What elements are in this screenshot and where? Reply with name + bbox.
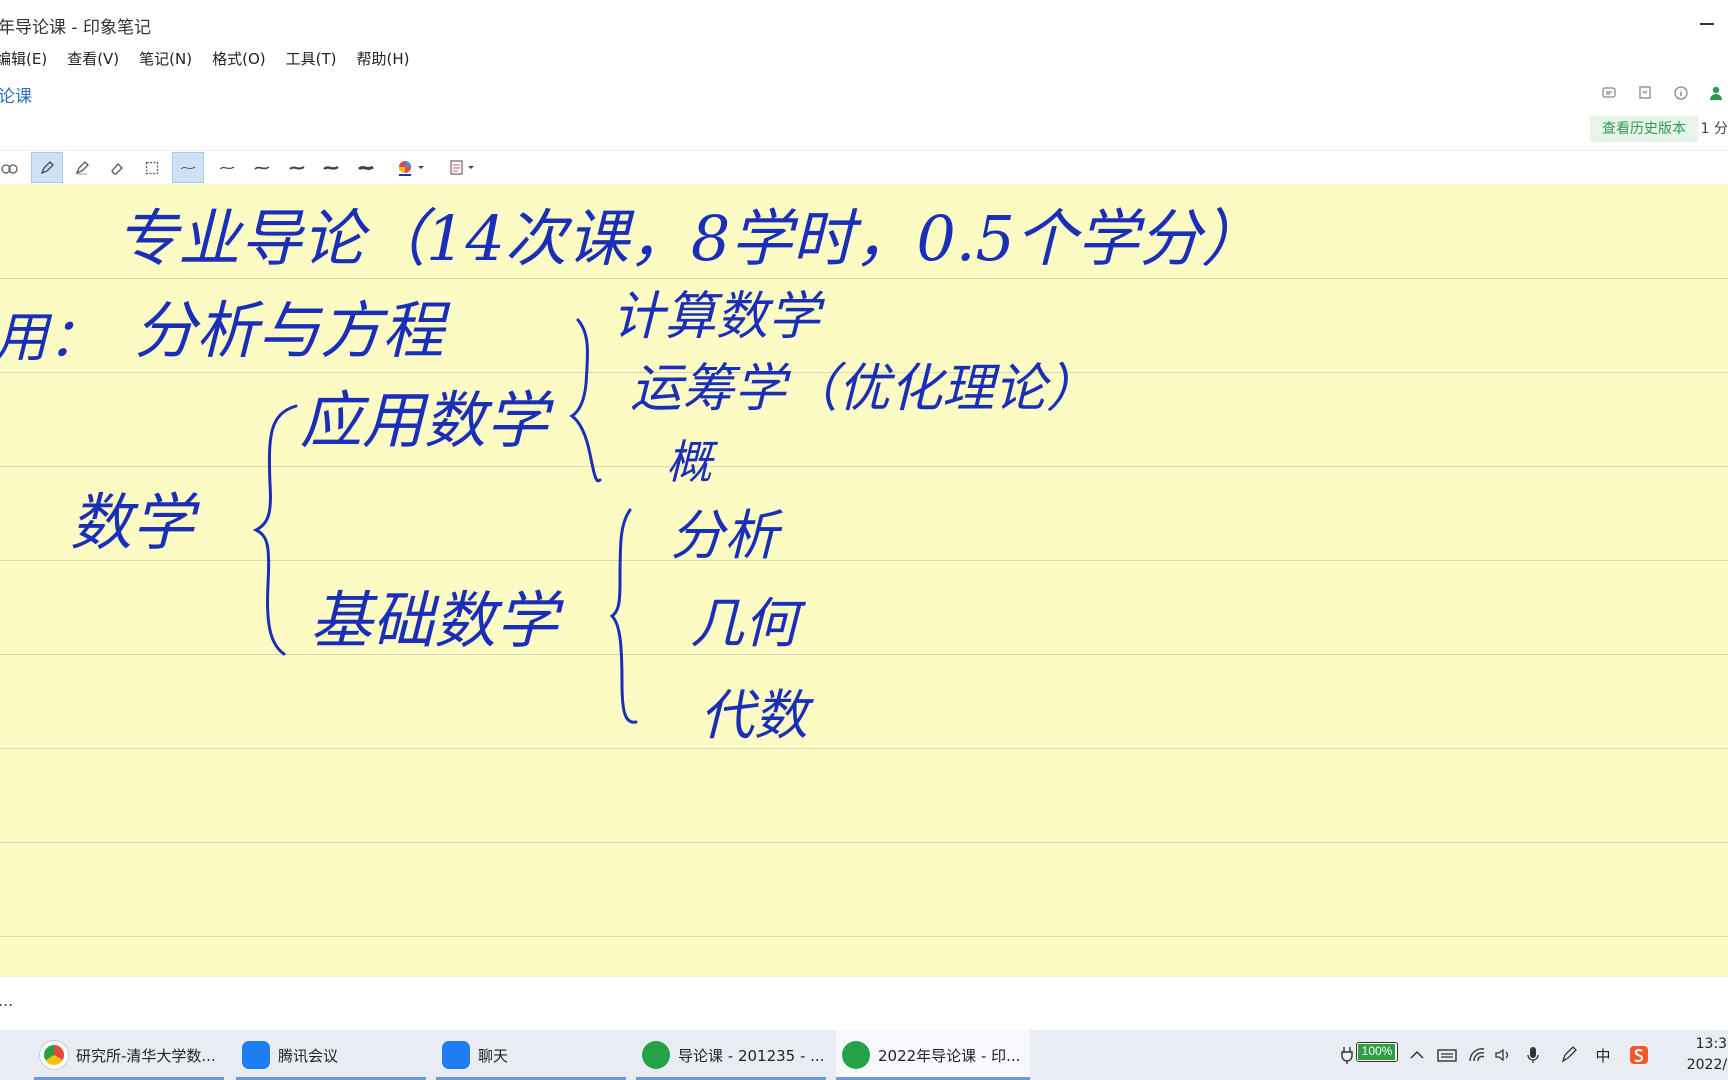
taskbar-evernote-1[interactable]: 导论课 - 201235 - ...	[636, 1030, 826, 1080]
note-header: 论课 查看历史版本 1 分	[0, 76, 1728, 150]
pen-icon[interactable]	[31, 152, 63, 183]
eraser-icon[interactable]	[101, 152, 133, 183]
ink-applied-item-2: 运筹学（优化理论）	[630, 359, 1098, 419]
stroke-width-3-icon[interactable]	[246, 152, 278, 183]
ink-toolbar	[0, 150, 1728, 184]
ink-basic-math: 基础数学	[310, 584, 564, 657]
taskbar-tencent-meeting[interactable]: 腾讯会议	[236, 1030, 426, 1080]
chrome-icon	[40, 1041, 68, 1069]
battery-percent: 100%	[1361, 1044, 1393, 1058]
ink-brace-math	[252, 404, 298, 656]
stroke-width-5-icon[interactable]	[315, 152, 347, 183]
info-icon[interactable]	[1670, 82, 1692, 104]
ink-topic: 分析与方程	[134, 294, 451, 367]
color-picker-icon[interactable]	[392, 152, 432, 183]
note-header-icons	[1598, 82, 1728, 104]
taskbar: 研究所-清华大学数... 腾讯会议 聊天 导论课 - 201235 - ... …	[0, 1030, 1728, 1080]
taskbar-chat[interactable]: 聊天	[436, 1030, 626, 1080]
menu-help[interactable]: 帮助(H)	[346, 48, 419, 72]
microphone-icon[interactable]	[1520, 1042, 1546, 1068]
chevron-up-icon[interactable]	[1404, 1042, 1430, 1068]
taskbar-label: 2022年导论课 - 印...	[878, 1046, 1021, 1065]
handwriting-layer: 专业导论（14次课，8学时，0.5个学分） 用： 分析与方程 数学 应用数学 基…	[0, 202, 1263, 747]
evernote-icon	[842, 1041, 870, 1069]
menu-tools[interactable]: 工具(T)	[276, 48, 347, 72]
tencent-meeting-icon	[242, 1041, 270, 1069]
volume-icon[interactable]	[1490, 1042, 1516, 1068]
taskbar-label: 研究所-清华大学数...	[76, 1046, 216, 1065]
highlighter-icon[interactable]	[66, 152, 98, 183]
ink-left-label: 用：	[0, 306, 102, 369]
ink-basic-item-1: 分析	[670, 504, 783, 567]
lasso-icon[interactable]	[0, 152, 26, 183]
battery-indicator[interactable]: 100%	[1356, 1042, 1398, 1062]
menu-bar: 编辑(E) 查看(V) 笔记(N) 格式(O) 工具(T) 帮助(H)	[0, 48, 419, 72]
ime-indicator[interactable]: 中	[1590, 1042, 1616, 1068]
minimize-button[interactable]	[1692, 8, 1722, 38]
clock-date: 2022/9	[1686, 1057, 1728, 1073]
stroke-width-4-icon[interactable]	[281, 152, 313, 183]
wifi-icon[interactable]	[1464, 1042, 1490, 1068]
share-user-icon[interactable]	[1706, 82, 1728, 104]
keyboard-icon[interactable]	[1434, 1042, 1460, 1068]
taskbar-evernote-2[interactable]: 2022年导论课 - 印...	[836, 1030, 1030, 1080]
note-footer: ...	[0, 976, 1728, 1030]
note-title[interactable]: 论课	[0, 82, 32, 107]
sogou-ime-icon[interactable]	[1626, 1042, 1652, 1068]
view-history-button[interactable]: 查看历史版本	[1590, 116, 1698, 142]
present-icon[interactable]	[1598, 82, 1620, 104]
menu-edit[interactable]: 编辑(E)	[0, 48, 57, 72]
reminder-icon[interactable]	[1634, 82, 1656, 104]
ink-basic-item-2: 几何	[690, 592, 807, 655]
footer-text: ...	[0, 991, 14, 1010]
taskbar-label: 导论课 - 201235 - ...	[678, 1046, 825, 1065]
taskbar-label: 腾讯会议	[278, 1046, 339, 1065]
ink-brace-basic	[609, 508, 638, 724]
chat-icon	[442, 1041, 470, 1069]
paper-style-icon[interactable]	[443, 152, 483, 183]
ink-brace-applied	[569, 318, 602, 483]
ink-root-math: 数学	[70, 486, 200, 559]
stroke-width-6-icon[interactable]	[350, 152, 382, 183]
pen-input-icon[interactable]	[1556, 1042, 1582, 1068]
ink-applied-item-3: 概	[666, 435, 719, 489]
title-bar: 年导论课 - 印象笔记	[0, 0, 1728, 48]
ink-applied-item-1: 计算数学	[612, 287, 826, 347]
evernote-icon	[642, 1041, 670, 1069]
minutes-label: 1 分	[1700, 121, 1728, 137]
ink-line-course-info: 专业导论（14次课，8学时，0.5个学分）	[116, 202, 1263, 275]
select-rect-icon[interactable]	[136, 152, 168, 183]
stroke-width-1-icon[interactable]	[172, 152, 204, 183]
system-clock[interactable]: 13:33 2022/9	[1676, 1034, 1728, 1076]
menu-view[interactable]: 查看(V)	[57, 48, 129, 72]
menu-note[interactable]: 笔记(N)	[129, 48, 202, 72]
clock-time: 13:33	[1695, 1036, 1728, 1052]
ink-canvas[interactable]: 专业导论（14次课，8学时，0.5个学分） 用： 分析与方程 数学 应用数学 基…	[0, 184, 1728, 976]
ink-basic-item-3: 代数	[700, 684, 814, 747]
taskbar-browser[interactable]: 研究所-清华大学数...	[34, 1030, 224, 1080]
ink-applied-math: 应用数学	[300, 384, 554, 457]
taskbar-label: 聊天	[478, 1046, 509, 1065]
stroke-width-2-icon[interactable]	[211, 152, 243, 183]
menu-format[interactable]: 格式(O)	[202, 48, 276, 72]
window-title: 年导论课 - 印象笔记	[0, 18, 151, 38]
